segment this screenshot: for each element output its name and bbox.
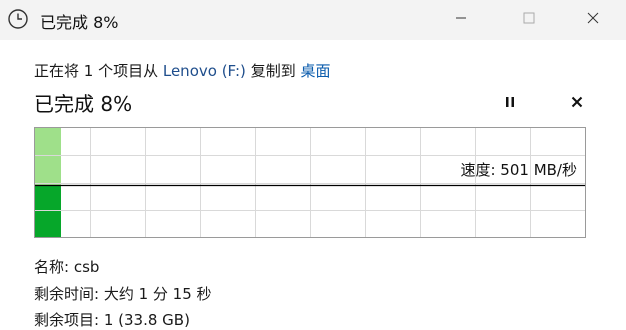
- copy-description: 正在将 1 个项目从 Lenovo (F:) 复制到 桌面: [34, 60, 330, 81]
- title-bar: 已完成 8%: [0, 0, 626, 40]
- time-remaining: 剩余时间: 大约 1 分 15 秒: [34, 285, 212, 303]
- maximize-button[interactable]: [506, 0, 552, 36]
- file-name: 名称: csb: [34, 258, 100, 276]
- window-title: 已完成 8%: [40, 13, 119, 32]
- source-link[interactable]: Lenovo (F:): [163, 62, 246, 80]
- clock-icon: [8, 9, 28, 29]
- minimize-button[interactable]: [438, 0, 484, 36]
- pause-icon: [506, 97, 514, 107]
- destination-link[interactable]: 桌面: [300, 62, 330, 80]
- speed-label: 速度: 501 MB/秒: [460, 161, 577, 179]
- transfer-speed-graph: 速度: 501 MB/秒: [34, 127, 586, 238]
- progress-history-fill: [35, 128, 61, 185]
- copy-middle: 复制到: [245, 62, 301, 80]
- copy-prefix: 正在将 1 个项目从: [34, 62, 163, 80]
- progress-status: 已完成 8%: [34, 92, 133, 116]
- cancel-icon: [571, 96, 583, 108]
- cancel-button[interactable]: [564, 90, 590, 114]
- window-close-button[interactable]: [570, 0, 616, 36]
- pause-button[interactable]: [497, 90, 523, 114]
- maximize-icon: [523, 12, 535, 24]
- close-icon: [587, 12, 599, 24]
- speed-graph-canvas: [35, 128, 585, 237]
- items-remaining: 剩余项目: 1 (33.8 GB): [34, 311, 190, 329]
- minimize-icon: [456, 17, 466, 19]
